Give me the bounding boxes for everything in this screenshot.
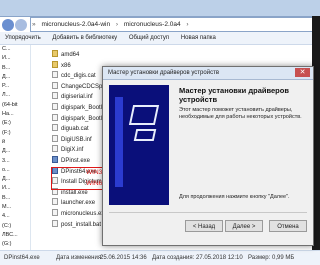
file-name: x86 xyxy=(61,62,71,69)
nav-item[interactable]: В... xyxy=(0,194,30,203)
nav-item[interactable]: М... xyxy=(0,203,30,212)
forward-button[interactable] xyxy=(15,19,27,31)
nav-item[interactable]: (C:) xyxy=(0,222,30,231)
details-size-label: Размер: xyxy=(248,255,271,261)
nav-item[interactable]: Р... xyxy=(0,82,30,91)
device-icon xyxy=(133,129,157,141)
nav-item[interactable]: о... xyxy=(0,166,30,175)
details-created-label: Дата создания: xyxy=(152,255,195,261)
nav-item[interactable]: (64-bit xyxy=(0,101,30,110)
command-bar: Упорядочить Добавить в библиотеку Общий … xyxy=(0,32,320,45)
nav-item[interactable]: ЛВС... xyxy=(0,231,30,240)
file-name: amd64 xyxy=(61,52,80,58)
file-icon xyxy=(52,71,58,79)
next-button[interactable]: Далее > xyxy=(225,220,263,232)
nav-item[interactable]: 4... xyxy=(0,212,30,221)
file-name: launcher.exe xyxy=(61,200,96,207)
file-name: install.exe xyxy=(61,189,88,196)
file-name: diguab.cat xyxy=(61,126,89,133)
details-filename: DPinst64.exe xyxy=(4,255,40,261)
new-folder-button[interactable]: Новая папка xyxy=(176,32,221,44)
folder-icon xyxy=(52,60,58,68)
details-modified-label: Дата изменения: xyxy=(56,255,103,261)
computer-icon xyxy=(128,105,160,125)
nav-item[interactable]: Д... xyxy=(0,73,30,82)
nav-item[interactable]: (G:) xyxy=(0,240,30,249)
nav-item[interactable]: С... xyxy=(0,45,30,54)
file-icon xyxy=(52,198,58,206)
cancel-button[interactable]: Отмена xyxy=(269,220,307,232)
file-name: post_install.bat xyxy=(61,221,102,228)
file-name: DigiX.inf xyxy=(61,147,84,154)
chevron-right-icon: › xyxy=(115,21,119,28)
file-icon xyxy=(52,113,58,121)
nav-item[interactable]: И... xyxy=(0,184,30,193)
setup-icon xyxy=(52,155,58,163)
close-icon: ✕ xyxy=(299,69,306,76)
driver-wizard-dialog: Мастер установки драйверов устройств ✕ М… xyxy=(102,66,314,246)
nav-item[interactable]: На... xyxy=(0,110,30,119)
file-icon xyxy=(52,81,58,89)
wizard-continue-text: Для продолжения нажмите кнопку "Далее". xyxy=(179,194,290,200)
file-name: digiserial.inf xyxy=(61,94,93,101)
share-menu[interactable]: Общий доступ xyxy=(124,32,174,44)
nav-item[interactable]: И... xyxy=(0,54,30,63)
dialog-titlebar: Мастер установки драйверов устройств ✕ xyxy=(103,67,313,80)
nav-item[interactable]: (Е:) xyxy=(0,119,30,128)
folder-icon xyxy=(52,50,58,57)
organize-menu[interactable]: Упорядочить xyxy=(0,32,46,44)
file-icon xyxy=(52,219,58,227)
wizard-banner-image xyxy=(109,85,169,205)
file-icon xyxy=(52,92,58,100)
details-pane: DPinst64.exe Дата изменения: 25.06.2015 … xyxy=(0,250,320,265)
banner-strip xyxy=(115,97,123,187)
nav-item[interactable]: В... xyxy=(0,64,30,73)
chevron-right-icon: » xyxy=(32,21,36,28)
breadcrumb-item[interactable]: micronucleus-2.0a4-win xyxy=(38,18,113,31)
divider xyxy=(109,212,307,213)
nav-item[interactable]: (F:) xyxy=(0,129,30,138)
file-icon xyxy=(52,124,58,132)
file-icon xyxy=(52,145,58,153)
file-icon xyxy=(52,134,58,142)
file-icon xyxy=(52,102,58,110)
nav-item[interactable]: Л... xyxy=(0,91,30,100)
details-size-value: 0,99 МБ xyxy=(272,255,295,261)
back-button[interactable]: < Назад xyxy=(185,220,223,232)
nav-item[interactable]: Д... xyxy=(0,147,30,156)
address-bar[interactable]: » micronucleus-2.0a4-win › micronucleus-… xyxy=(30,17,320,32)
nav-item[interactable]: й xyxy=(0,138,30,147)
file-name: cdc_digis.cat xyxy=(61,73,96,80)
close-button[interactable]: ✕ xyxy=(295,68,310,77)
list-item[interactable]: amd64 xyxy=(52,50,122,61)
file-name: DigiUSB.inf xyxy=(61,136,92,143)
details-modified-value: 25.06.2015 14:36 xyxy=(100,255,147,261)
nav-item[interactable]: Д... xyxy=(0,175,30,184)
file-name: DPinst.exe xyxy=(61,157,91,164)
navigation-pane: С... И... В... Д... Р... Л... (64-bit На… xyxy=(0,45,31,250)
chevron-right-icon: › xyxy=(186,21,189,28)
add-to-library-menu[interactable]: Добавить в библиотеку xyxy=(47,32,122,44)
explorer-titlebar xyxy=(0,0,320,17)
details-created-value: 27.05.2018 12:10 xyxy=(196,255,243,261)
nav-item[interactable]: 3... xyxy=(0,157,30,166)
file-name: micronucleus.exe xyxy=(61,210,108,217)
wizard-heading: Мастер установки драйверов устройств xyxy=(179,86,289,104)
file-icon xyxy=(52,208,58,216)
wizard-description: Этот мастер поможет установить драйверы,… xyxy=(179,107,302,120)
breadcrumb-item[interactable]: micronucleus-2.0a4 xyxy=(121,18,184,31)
dialog-title: Мастер установки драйверов устройств xyxy=(108,70,220,76)
back-button[interactable] xyxy=(2,19,14,31)
